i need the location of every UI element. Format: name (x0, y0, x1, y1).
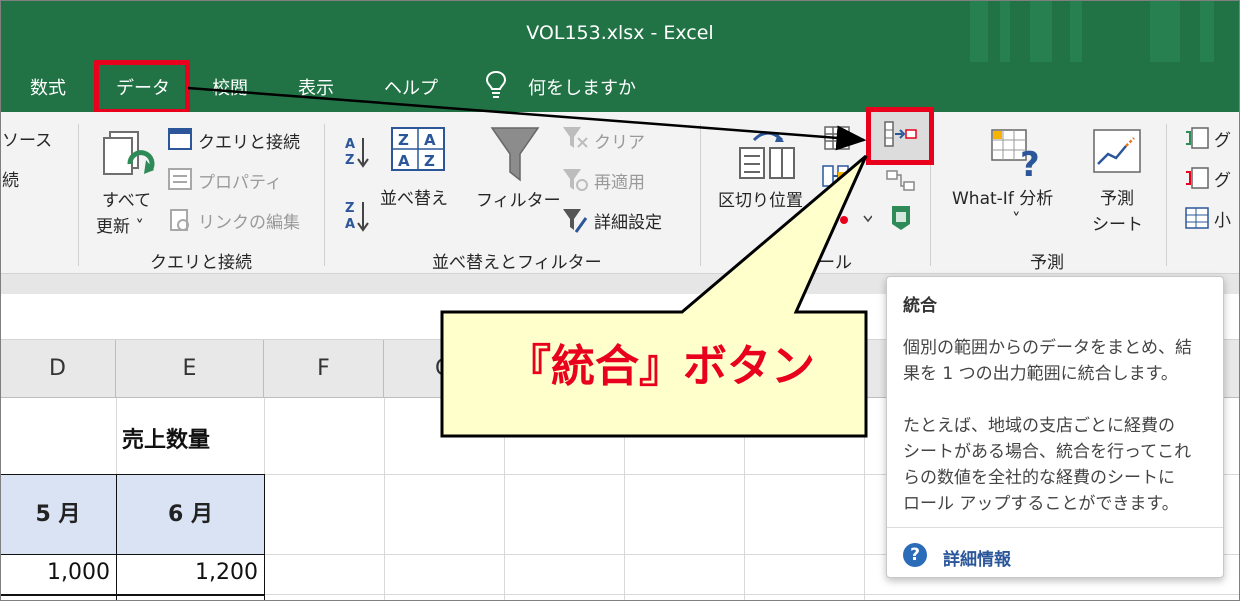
grid-line (744, 398, 745, 601)
edit-links-button[interactable]: リンクの編集 (198, 208, 300, 233)
get-data-source-fragment[interactable]: ソース (2, 126, 52, 151)
text-to-columns-icon (739, 131, 795, 179)
relationships-icon[interactable] (886, 170, 916, 192)
lightbulb-icon (485, 70, 507, 98)
consolidate-icon (884, 121, 917, 147)
table-title-cell[interactable]: 売上数量 (122, 422, 210, 454)
tab-data-highlight (94, 60, 190, 114)
svg-text:A: A (345, 217, 355, 232)
queries-connections-icon (168, 128, 192, 150)
properties-button[interactable]: プロパティ (198, 168, 282, 193)
more-info-link[interactable]: 詳細情報 (943, 545, 1011, 570)
sort-dialog-icon: Z A A Z (391, 127, 445, 171)
svg-text:Z: Z (424, 152, 435, 170)
group-separator (700, 124, 701, 266)
consolidate-tooltip: 統合 個別の範囲からのデータをまとめ、結 果を 1 つの出力範囲に統合します。 … (886, 276, 1224, 578)
tab-review[interactable]: 校閲 (212, 74, 248, 100)
get-data-fragment[interactable]: 続 (2, 166, 19, 191)
what-if-icon: ? (991, 129, 1040, 180)
tab-help[interactable]: ヘルプ (384, 74, 438, 100)
svg-text:Z: Z (398, 131, 409, 149)
group-label-sort-filter: 並べ替えとフィルター (432, 253, 602, 273)
subtotal-icon (1185, 207, 1209, 229)
tooltip-title: 統合 (903, 296, 937, 316)
tooltip-text-line: 個別の範囲からのデータをまとめ、結 (903, 338, 1192, 358)
subtotal-button[interactable]: 小 (1214, 206, 1231, 231)
filter-icon (490, 127, 540, 182)
column-header-d[interactable]: D (0, 340, 116, 398)
consolidate-button[interactable] (866, 107, 934, 165)
group-label-queries: クエリと接続 (150, 253, 252, 273)
tooltip-text-line: たとえば、地域の支店ごとに経費の (903, 416, 1175, 436)
clear-filter-icon (563, 127, 588, 148)
grid-line (384, 398, 385, 601)
tooltip-text-line: らの数値を全社的な経費のシートに (903, 468, 1175, 488)
properties-icon (168, 168, 192, 190)
refresh-all-dropdown[interactable]: 更新 ˅ (96, 212, 144, 237)
sort-button[interactable]: 並べ替え (380, 184, 448, 209)
callout-label: 『統合』ボタン (507, 341, 815, 392)
tell-me-search[interactable]: 何をしますか (528, 74, 636, 100)
grid-line (624, 398, 625, 601)
svg-text:A: A (424, 131, 436, 149)
tooltip-divider (887, 527, 1223, 528)
flash-fill-icon[interactable] (824, 126, 850, 150)
column-header-e[interactable]: E (116, 340, 264, 398)
forecast-sheet-button[interactable]: 予測 (1100, 184, 1134, 209)
remove-duplicates-icon[interactable] (822, 162, 850, 188)
group-button[interactable]: グ (1214, 126, 1231, 151)
refresh-icon (103, 131, 155, 175)
header-cell-june[interactable]: 6 月 (116, 474, 265, 555)
text-to-columns-button[interactable]: 区切り位置 (718, 186, 803, 211)
ungroup-button[interactable]: グ (1214, 166, 1231, 191)
tooltip-text-line: ロール アップすることができます。 (903, 494, 1179, 514)
reapply-icon (563, 169, 588, 191)
value-cell-may[interactable]: 1,000 (0, 560, 110, 585)
header-cell-may[interactable]: 5 月 (0, 474, 117, 555)
what-if-analysis-button[interactable]: What-If 分析 (952, 184, 1053, 209)
tooltip-text-line: シートがある場合、統合を行ってこれ (903, 442, 1192, 462)
group-label-forecast: 予測 (1030, 253, 1064, 273)
svg-text:A: A (398, 152, 410, 170)
sort-za-icon[interactable]: Z A (344, 198, 370, 234)
refresh-all-button[interactable]: すべて (102, 186, 151, 211)
sort-az-icon[interactable]: A Z (344, 134, 370, 170)
value-cell-june[interactable]: 1,200 (116, 560, 258, 585)
group-label-data-tools: ール (818, 253, 852, 273)
filter-button[interactable]: フィルター (476, 186, 561, 211)
manage-data-model-icon[interactable] (888, 204, 914, 232)
forecast-sheet-button-line2[interactable]: シート (1092, 210, 1143, 235)
grid-line (864, 398, 865, 601)
what-if-dropdown[interactable]: ˅ (1012, 210, 1021, 230)
group-separator (324, 124, 325, 266)
group-separator (1166, 124, 1167, 266)
advanced-button[interactable]: 詳細設定 (594, 208, 662, 233)
svg-text:Z: Z (345, 153, 354, 168)
forecast-sheet-icon (1093, 129, 1141, 173)
svg-text:A: A (345, 137, 355, 152)
svg-text:Z: Z (345, 201, 354, 216)
table-bottom-border (0, 594, 265, 596)
clear-button[interactable]: クリア (594, 128, 645, 153)
data-validation-icon[interactable] (822, 206, 872, 232)
group-icon (1186, 127, 1209, 149)
edit-links-icon (170, 209, 189, 231)
ribbon: ソース 続 すべて 更新 ˅ クエリと接続 プロパティ リンクの編集 クエリと接… (0, 112, 1240, 274)
svg-text:?: ? (1020, 145, 1040, 180)
tab-view[interactable]: 表示 (298, 74, 334, 100)
column-header-f[interactable]: F (264, 340, 384, 398)
ungroup-icon (1186, 167, 1209, 189)
queries-connections-button[interactable]: クエリと接続 (198, 128, 300, 153)
table-inner-border (264, 554, 265, 601)
table-inner-border (116, 554, 117, 601)
reapply-button[interactable]: 再適用 (594, 168, 645, 193)
window-title: VOL153.xlsx - Excel (526, 22, 714, 44)
help-icon[interactable]: ? (903, 543, 927, 567)
advanced-filter-icon (563, 209, 588, 233)
tab-formulas[interactable]: 数式 (30, 74, 66, 100)
grid-line (504, 398, 505, 601)
group-separator (78, 124, 79, 266)
tooltip-text-line: 果を 1 つの出力範囲に統合します。 (903, 364, 1178, 384)
